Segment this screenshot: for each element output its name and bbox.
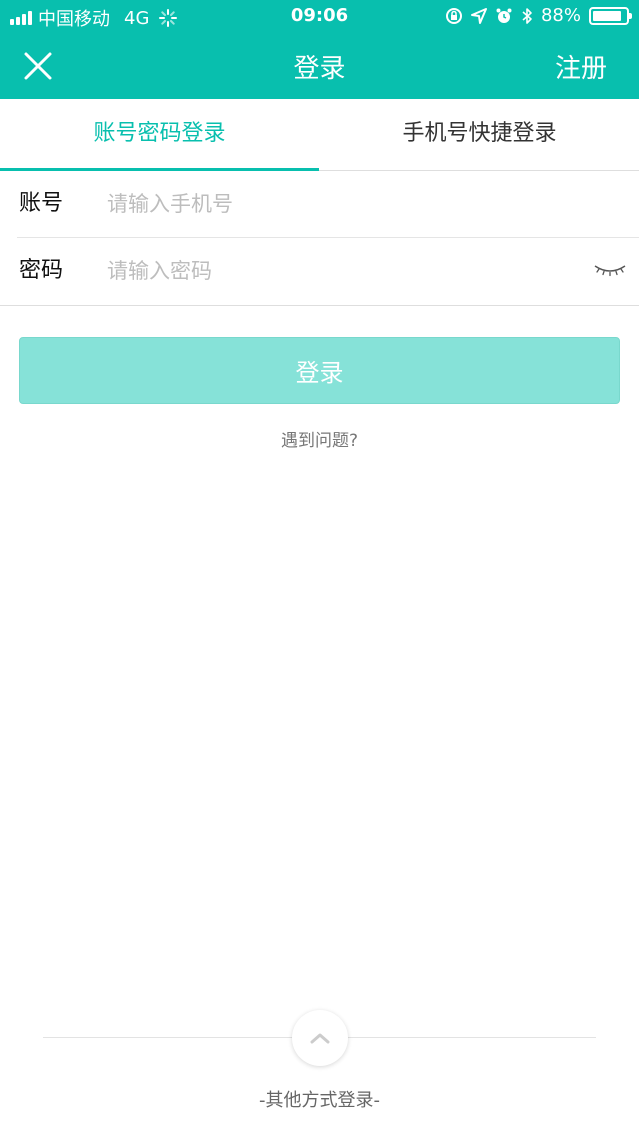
password-input[interactable] bbox=[107, 252, 579, 290]
expand-other-login-button[interactable] bbox=[292, 1010, 348, 1066]
password-label: 密码 bbox=[19, 258, 64, 283]
bluetooth-icon bbox=[522, 7, 532, 24]
other-login-label: -其他方式登录- bbox=[259, 1090, 380, 1111]
alarm-icon bbox=[496, 8, 512, 23]
rotation-lock-icon bbox=[445, 7, 462, 24]
account-label: 账号 bbox=[19, 191, 64, 216]
tab-account-password[interactable]: 账号密码登录 bbox=[0, 99, 319, 170]
register-button[interactable]: 注册 bbox=[555, 48, 607, 85]
status-right: 88% bbox=[445, 5, 632, 26]
password-visibility-toggle[interactable] bbox=[593, 260, 627, 280]
nav-bar: 登录 注册 bbox=[0, 32, 639, 99]
account-row: 账号 bbox=[17, 171, 639, 238]
login-form: 账号 密码 bbox=[0, 171, 639, 306]
login-button[interactable]: 登录 bbox=[19, 337, 620, 404]
location-icon bbox=[470, 7, 487, 24]
battery-percent: 88% bbox=[540, 5, 581, 26]
status-bar: 中国移动 4G 09:06 88% bbox=[0, 0, 639, 32]
trouble-link[interactable]: 遇到问题? bbox=[0, 426, 639, 451]
eye-closed-icon bbox=[594, 265, 626, 277]
chevron-up-icon bbox=[310, 1033, 330, 1044]
battery-fill bbox=[593, 10, 621, 21]
tab-phone-quick[interactable]: 手机号快捷登录 bbox=[320, 99, 639, 170]
account-input[interactable] bbox=[107, 185, 579, 223]
page-title: 登录 bbox=[293, 54, 346, 84]
battery-icon bbox=[589, 6, 632, 25]
password-row: 密码 bbox=[17, 238, 639, 305]
login-tabs: 账号密码登录 手机号快捷登录 bbox=[0, 99, 639, 171]
